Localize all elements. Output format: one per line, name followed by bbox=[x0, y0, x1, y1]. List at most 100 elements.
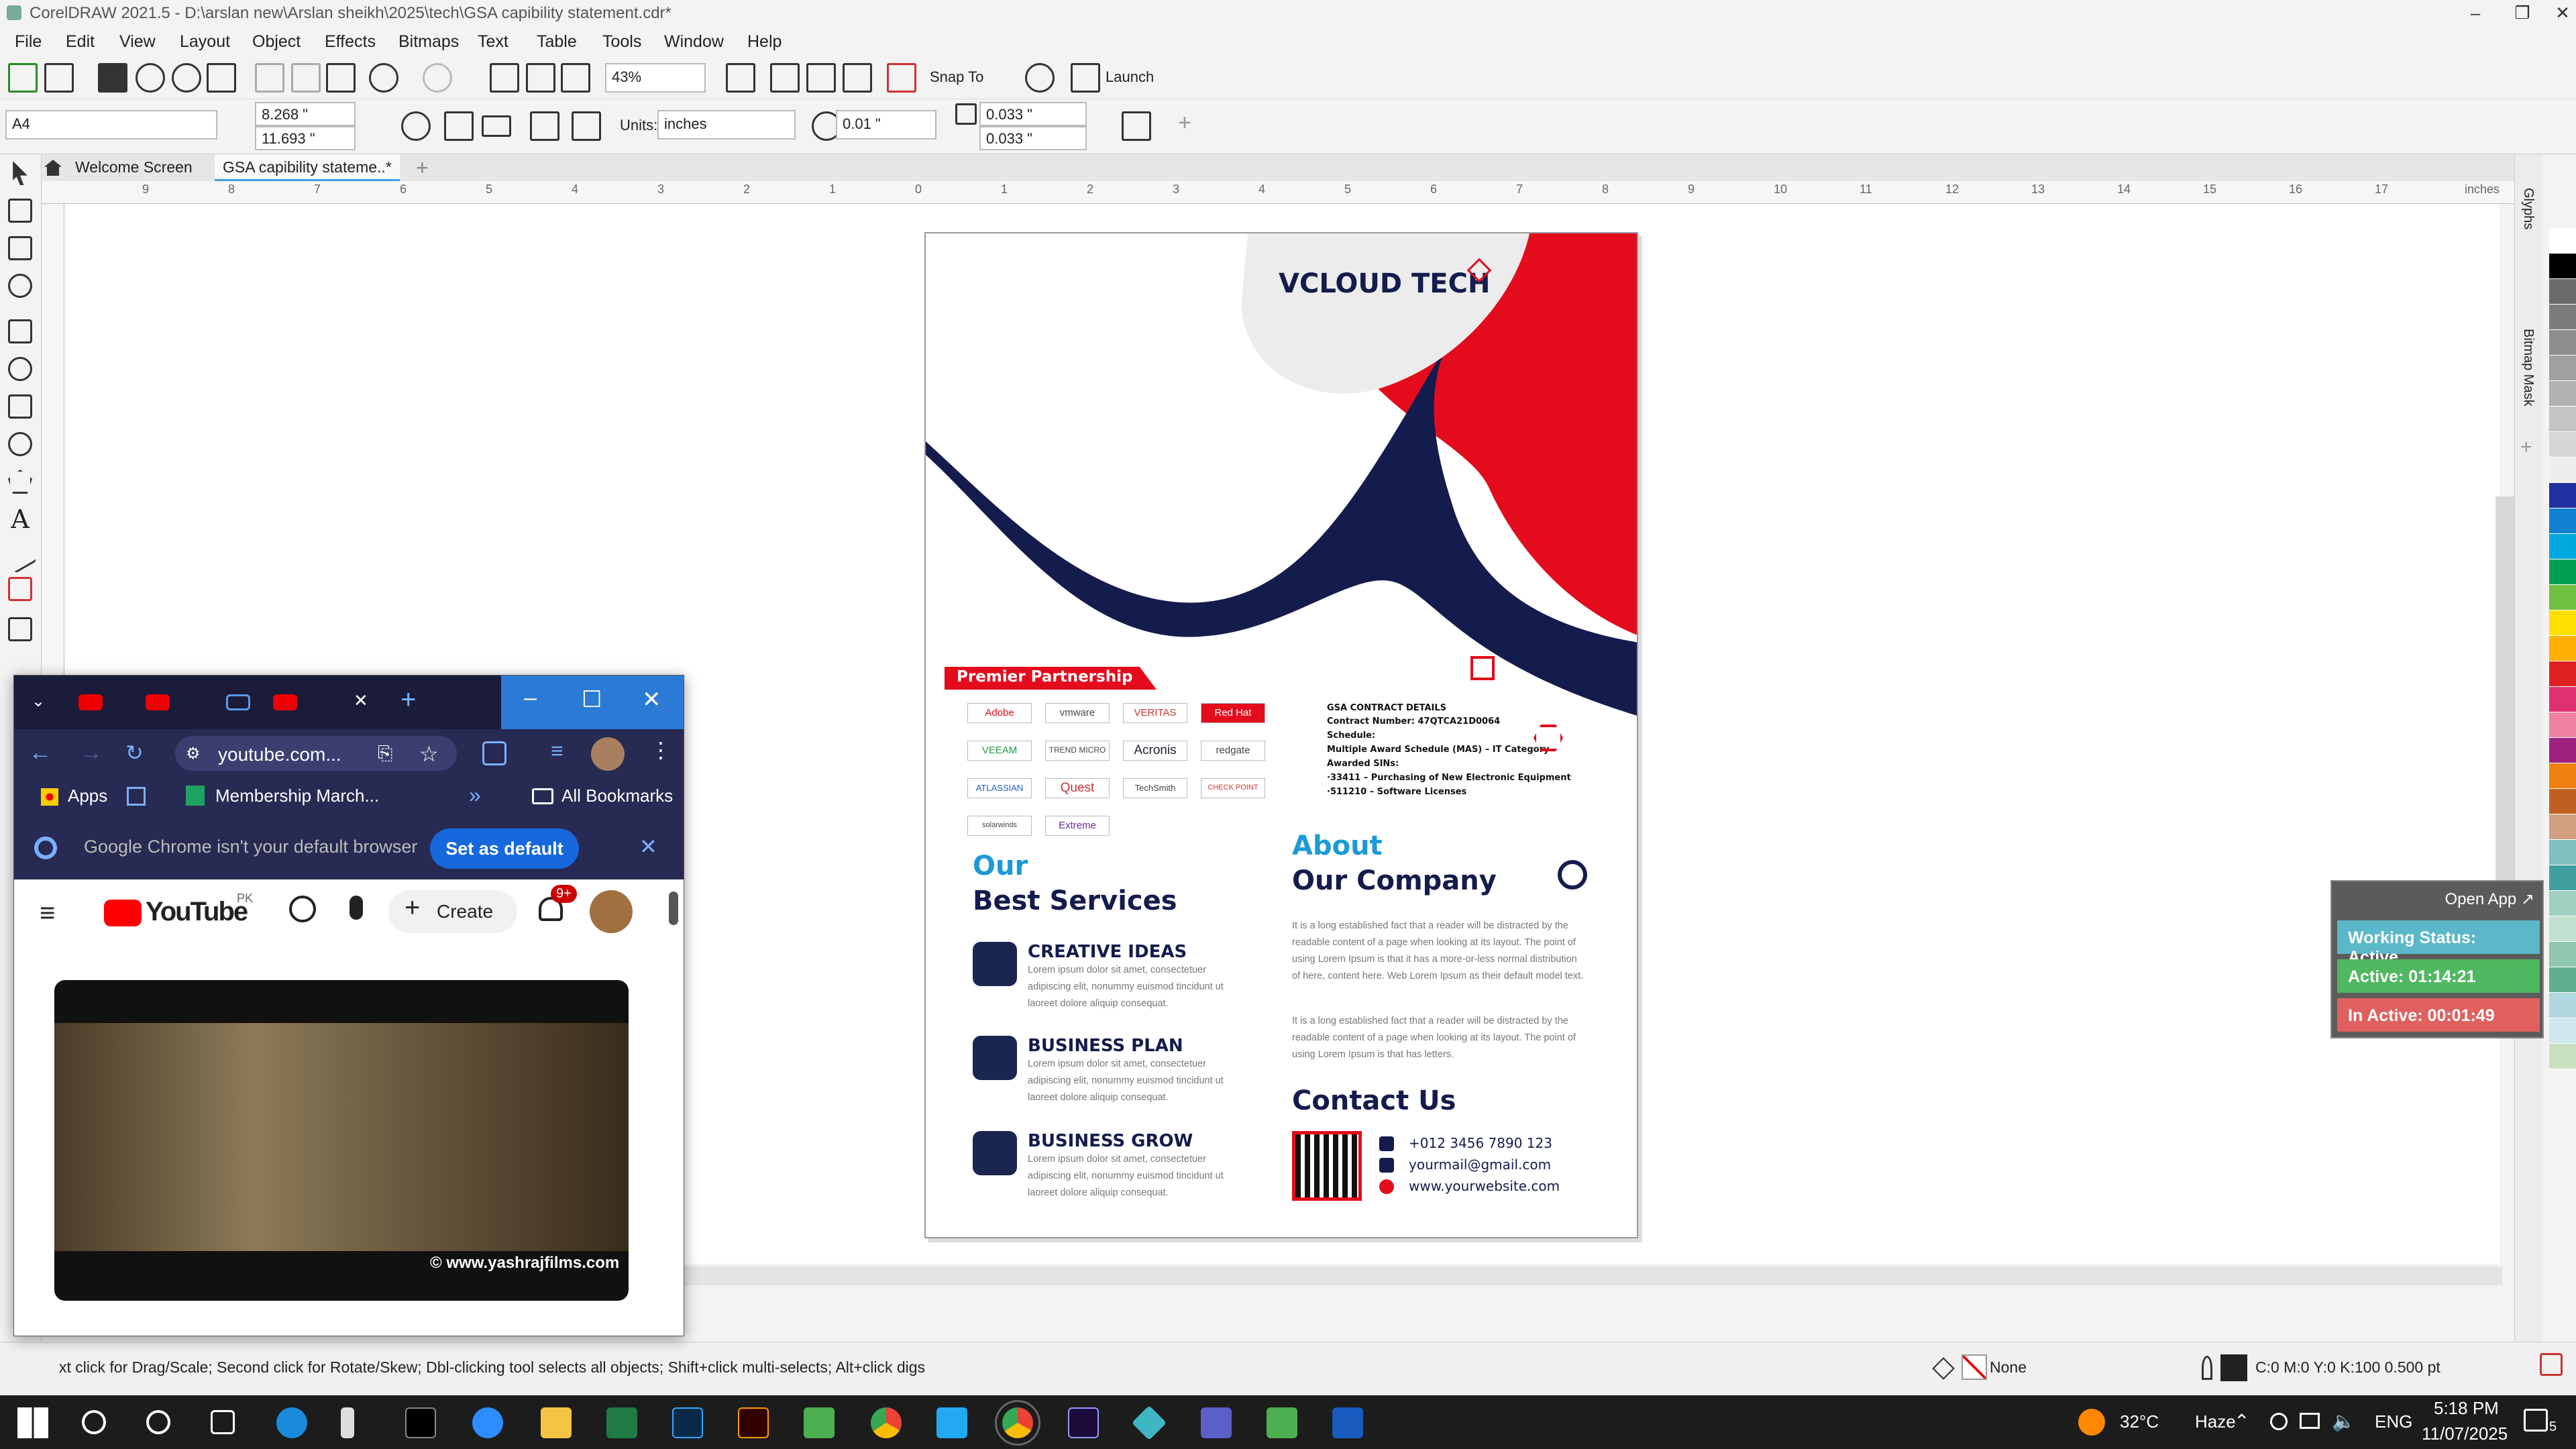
tab-document[interactable]: GSA capibility stateme..* bbox=[215, 154, 400, 181]
palette-swatch[interactable] bbox=[2549, 916, 2576, 942]
excel-icon[interactable] bbox=[606, 1407, 637, 1438]
chrome-maximize-button[interactable]: ☐ bbox=[582, 686, 602, 713]
video-frame[interactable] bbox=[54, 1023, 629, 1251]
palette-swatch[interactable] bbox=[2549, 508, 2576, 534]
menu-bitmaps[interactable]: Bitmaps bbox=[398, 32, 459, 52]
back-arrow-icon[interactable]: ← bbox=[29, 740, 52, 766]
zoom-tool-icon[interactable] bbox=[8, 274, 32, 298]
menu-window[interactable]: Window bbox=[664, 32, 724, 52]
close-tab-icon[interactable]: ✕ bbox=[354, 690, 368, 711]
tab-welcome-screen[interactable]: Welcome Screen bbox=[67, 154, 201, 181]
hamburger-menu-icon[interactable]: ≡ bbox=[40, 898, 55, 928]
color-palette[interactable] bbox=[2549, 228, 2576, 1315]
document-page[interactable]: VCLOUD TECH Premier Partnership Adobe vm… bbox=[924, 232, 1638, 1238]
windows-start-icon[interactable] bbox=[17, 1407, 48, 1438]
print-icon[interactable] bbox=[207, 63, 236, 93]
palette-swatch[interactable] bbox=[2549, 763, 2576, 789]
polygon-tool-icon[interactable] bbox=[8, 470, 32, 494]
menu-layout[interactable]: Layout bbox=[180, 32, 230, 52]
search-icon[interactable] bbox=[82, 1410, 106, 1434]
palette-swatch[interactable] bbox=[2549, 865, 2576, 891]
cut-icon[interactable] bbox=[255, 63, 284, 93]
palette-swatch[interactable] bbox=[2549, 407, 2576, 432]
edge-icon[interactable] bbox=[276, 1407, 307, 1438]
pick-tool-icon[interactable] bbox=[13, 161, 28, 185]
shape-tool-icon[interactable] bbox=[8, 199, 32, 223]
vertical-scrollbar[interactable] bbox=[2496, 496, 2514, 885]
upload-icon[interactable] bbox=[172, 63, 201, 93]
zoom-icon[interactable] bbox=[472, 1407, 503, 1438]
palette-swatch[interactable] bbox=[2549, 228, 2576, 254]
chrome-minimize-button[interactable]: – bbox=[524, 685, 537, 711]
color-manager-icon[interactable] bbox=[2540, 1353, 2563, 1376]
chrome-menu-icon[interactable]: ⋮ bbox=[650, 737, 672, 763]
file-explorer-icon[interactable] bbox=[541, 1407, 572, 1438]
cast-tab-icon[interactable] bbox=[226, 694, 250, 710]
new-tab-icon[interactable]: + bbox=[400, 685, 416, 715]
install-app-icon[interactable]: ⎘ bbox=[378, 743, 392, 765]
minimize-button[interactable]: – bbox=[2455, 0, 2496, 27]
menu-help[interactable]: Help bbox=[747, 32, 782, 52]
palette-swatch[interactable] bbox=[2549, 840, 2576, 865]
palette-swatch[interactable] bbox=[2549, 585, 2576, 610]
connector-tool-icon[interactable] bbox=[8, 577, 32, 601]
palette-swatch[interactable] bbox=[2549, 891, 2576, 916]
weather-temp[interactable]: 32°C bbox=[2120, 1411, 2159, 1432]
weather-condition[interactable]: Haze bbox=[2195, 1411, 2236, 1432]
bookmark-apps[interactable]: Apps bbox=[68, 786, 107, 806]
palette-swatch[interactable] bbox=[2549, 1044, 2576, 1069]
duplicate-x-field[interactable]: 0.033 " bbox=[979, 102, 1087, 126]
set-default-button[interactable]: Set as default bbox=[430, 828, 579, 869]
menu-effects[interactable]: Effects bbox=[325, 32, 376, 52]
url-text[interactable]: youtube.com... bbox=[218, 744, 341, 765]
palette-swatch[interactable] bbox=[2549, 687, 2576, 712]
add-docker-icon[interactable]: + bbox=[2520, 436, 2532, 459]
palette-swatch[interactable] bbox=[2549, 814, 2576, 840]
extensions-icon[interactable] bbox=[482, 741, 506, 765]
volume-icon[interactable]: 🔈 bbox=[2332, 1410, 2355, 1432]
terminal-icon[interactable] bbox=[405, 1407, 436, 1438]
zoom-page-icon[interactable] bbox=[726, 63, 755, 93]
zoom-level-field[interactable]: 43% bbox=[605, 63, 706, 93]
palette-swatch[interactable] bbox=[2549, 356, 2576, 381]
treat-as-filled-icon[interactable] bbox=[1122, 111, 1151, 141]
profile-avatar[interactable] bbox=[591, 737, 625, 771]
snap-off-icon[interactable] bbox=[887, 63, 916, 93]
more-bookmarks-icon[interactable]: » bbox=[469, 783, 481, 808]
rectangle-tool-icon[interactable] bbox=[8, 394, 32, 419]
coreldraw-icon[interactable] bbox=[804, 1407, 835, 1438]
text-tool-icon[interactable]: A bbox=[8, 506, 32, 532]
youtube-tab-icon[interactable] bbox=[78, 694, 103, 710]
snap-to-dropdown[interactable]: Snap To bbox=[930, 68, 983, 86]
menu-table[interactable]: Table bbox=[537, 32, 577, 52]
parallel-dimension-icon[interactable] bbox=[3, 540, 37, 574]
pen-app-icon[interactable] bbox=[341, 1407, 354, 1438]
menu-tools[interactable]: Tools bbox=[602, 32, 641, 52]
add-preset-icon[interactable]: + bbox=[1178, 110, 1191, 136]
palette-swatch[interactable] bbox=[2549, 610, 2576, 636]
freehand-tool-icon[interactable] bbox=[8, 319, 32, 343]
crop-tool-icon[interactable] bbox=[8, 236, 32, 260]
page-width-field[interactable]: 8.268 " bbox=[255, 102, 356, 126]
app-icon[interactable] bbox=[1131, 1405, 1167, 1441]
palette-swatch[interactable] bbox=[2549, 432, 2576, 458]
bookmark-star-icon[interactable]: ☆ bbox=[419, 741, 439, 767]
youtube-brand[interactable]: YouTube bbox=[146, 897, 248, 927]
search-icon[interactable] bbox=[289, 896, 316, 922]
palette-swatch[interactable] bbox=[2549, 942, 2576, 967]
chrome-active-icon[interactable] bbox=[995, 1400, 1040, 1446]
palette-swatch[interactable] bbox=[2549, 993, 2576, 1018]
page-scrollbar-thumb[interactable] bbox=[669, 892, 678, 925]
cortana-icon[interactable] bbox=[146, 1410, 170, 1434]
reload-icon[interactable]: ↻ bbox=[125, 740, 144, 765]
palette-swatch[interactable] bbox=[2549, 559, 2576, 585]
import-icon[interactable] bbox=[490, 63, 519, 93]
youtube-tab-icon[interactable] bbox=[146, 694, 170, 710]
nudge-distance-field[interactable]: 0.01 " bbox=[836, 110, 936, 140]
save-icon[interactable] bbox=[98, 63, 127, 93]
photoshop-icon[interactable] bbox=[672, 1407, 703, 1438]
video-player[interactable]: © www.yashrajfilms.com bbox=[54, 980, 629, 1301]
forward-arrow-icon[interactable]: → bbox=[80, 740, 103, 766]
palette-swatch[interactable] bbox=[2549, 967, 2576, 993]
omnibox[interactable]: ⚙ youtube.com... ⎘ ☆ bbox=[175, 736, 457, 771]
